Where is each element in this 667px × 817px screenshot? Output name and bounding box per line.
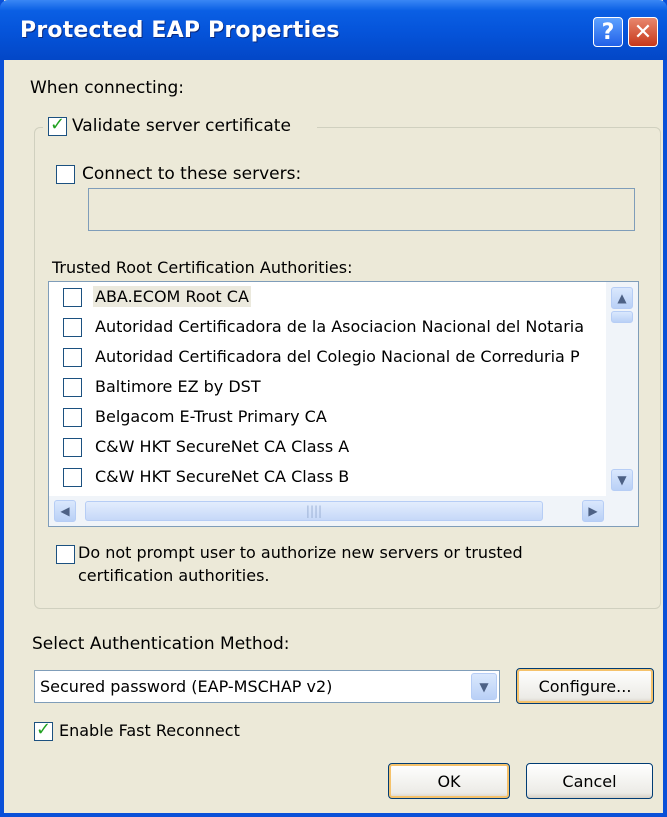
- connect-to-servers-checkbox[interactable]: [56, 165, 75, 184]
- do-not-prompt-checkbox[interactable]: [56, 545, 75, 564]
- enable-fast-reconnect-checkbox[interactable]: ✓: [34, 719, 53, 741]
- dropdown-button[interactable]: ▼: [471, 673, 497, 700]
- chevron-left-icon: ◀: [60, 504, 70, 518]
- ca-label: C&W HKT SecureNet CA Class B: [95, 467, 350, 486]
- ca-label: ABA.ECOM Root CA: [93, 286, 251, 307]
- auth-method-select[interactable]: Secured password (EAP-MSCHAP v2) ▼: [34, 670, 500, 703]
- ca-label: C&W HKT SecureNet CA Class A: [95, 437, 350, 456]
- validate-server-cert-label[interactable]: Validate server certificate: [72, 116, 291, 136]
- list-item[interactable]: Autoridad Certificadora del Colegio Naci…: [49, 342, 599, 371]
- help-button[interactable]: ?: [593, 17, 623, 47]
- enable-fast-reconnect-label[interactable]: Enable Fast Reconnect: [59, 721, 240, 740]
- scroll-right-button[interactable]: ▶: [582, 500, 604, 522]
- window-title: Protected EAP Properties: [20, 18, 340, 43]
- close-icon: ✕: [633, 19, 653, 45]
- configure-button[interactable]: Configure...: [516, 668, 654, 704]
- scroll-down-button[interactable]: ▼: [611, 469, 633, 491]
- ca-checkbox[interactable]: [63, 438, 82, 457]
- vertical-scrollbar[interactable]: ▲ ▼: [606, 282, 638, 496]
- ca-checkbox[interactable]: [63, 348, 82, 367]
- chevron-down-icon: ▼: [617, 473, 627, 487]
- do-not-prompt-label-line1[interactable]: Do not prompt user to authorize new serv…: [78, 543, 523, 562]
- trusted-root-ca-list[interactable]: ABA.ECOM Root CA Autoridad Certificadora…: [48, 281, 639, 527]
- ca-checkbox[interactable]: [63, 378, 82, 397]
- horizontal-scroll-thumb[interactable]: ||||: [85, 501, 543, 521]
- close-button[interactable]: ✕: [628, 17, 658, 47]
- list-item[interactable]: Baltimore EZ by DST: [49, 372, 599, 401]
- check-icon: ✓: [36, 719, 52, 740]
- ca-label: Autoridad Certificadora del Colegio Naci…: [95, 347, 580, 366]
- connect-to-servers-label[interactable]: Connect to these servers:: [82, 164, 301, 184]
- scroll-thumb[interactable]: [611, 311, 633, 323]
- select-auth-method-label: Select Authentication Method:: [32, 634, 290, 654]
- servers-input[interactable]: [88, 188, 635, 231]
- chevron-right-icon: ▶: [588, 504, 598, 518]
- auth-method-value: Secured password (EAP-MSCHAP v2): [40, 677, 333, 696]
- title-bar[interactable]: Protected EAP Properties ? ✕: [0, 0, 667, 60]
- ca-label: Baltimore EZ by DST: [95, 377, 261, 396]
- horizontal-scrollbar[interactable]: ◀ |||| ▶: [49, 496, 638, 526]
- chevron-down-icon: ▼: [479, 679, 489, 694]
- grip-icon: ||||: [305, 504, 323, 518]
- list-item[interactable]: Autoridad Certificadora de la Asociacion…: [49, 312, 599, 341]
- cancel-button[interactable]: Cancel: [526, 763, 653, 799]
- ca-label: Belgacom E-Trust Primary CA: [95, 407, 327, 426]
- ca-checkbox[interactable]: [63, 288, 82, 307]
- scroll-up-button[interactable]: ▲: [611, 287, 633, 309]
- when-connecting-label: When connecting:: [30, 78, 185, 98]
- validate-server-cert-checkbox[interactable]: ✓: [48, 114, 67, 136]
- chevron-up-icon: ▲: [617, 291, 627, 305]
- ca-label: Autoridad Certificadora de la Asociacion…: [95, 317, 585, 336]
- scroll-left-button[interactable]: ◀: [54, 500, 76, 522]
- help-icon: ?: [601, 19, 615, 45]
- list-item[interactable]: C&W HKT SecureNet CA Class A: [49, 432, 599, 461]
- ok-button[interactable]: OK: [388, 763, 510, 799]
- check-icon: ✓: [50, 114, 66, 135]
- ca-checkbox[interactable]: [63, 468, 82, 487]
- ca-checkbox[interactable]: [63, 408, 82, 427]
- list-item[interactable]: ABA.ECOM Root CA: [49, 282, 599, 311]
- list-item[interactable]: C&W HKT SecureNet CA Class B: [49, 462, 599, 491]
- trusted-root-label: Trusted Root Certification Authorities:: [52, 258, 353, 277]
- do-not-prompt-label-line2[interactable]: certification authorities.: [78, 566, 270, 585]
- list-item[interactable]: Belgacom E-Trust Primary CA: [49, 402, 599, 431]
- ca-checkbox[interactable]: [63, 318, 82, 337]
